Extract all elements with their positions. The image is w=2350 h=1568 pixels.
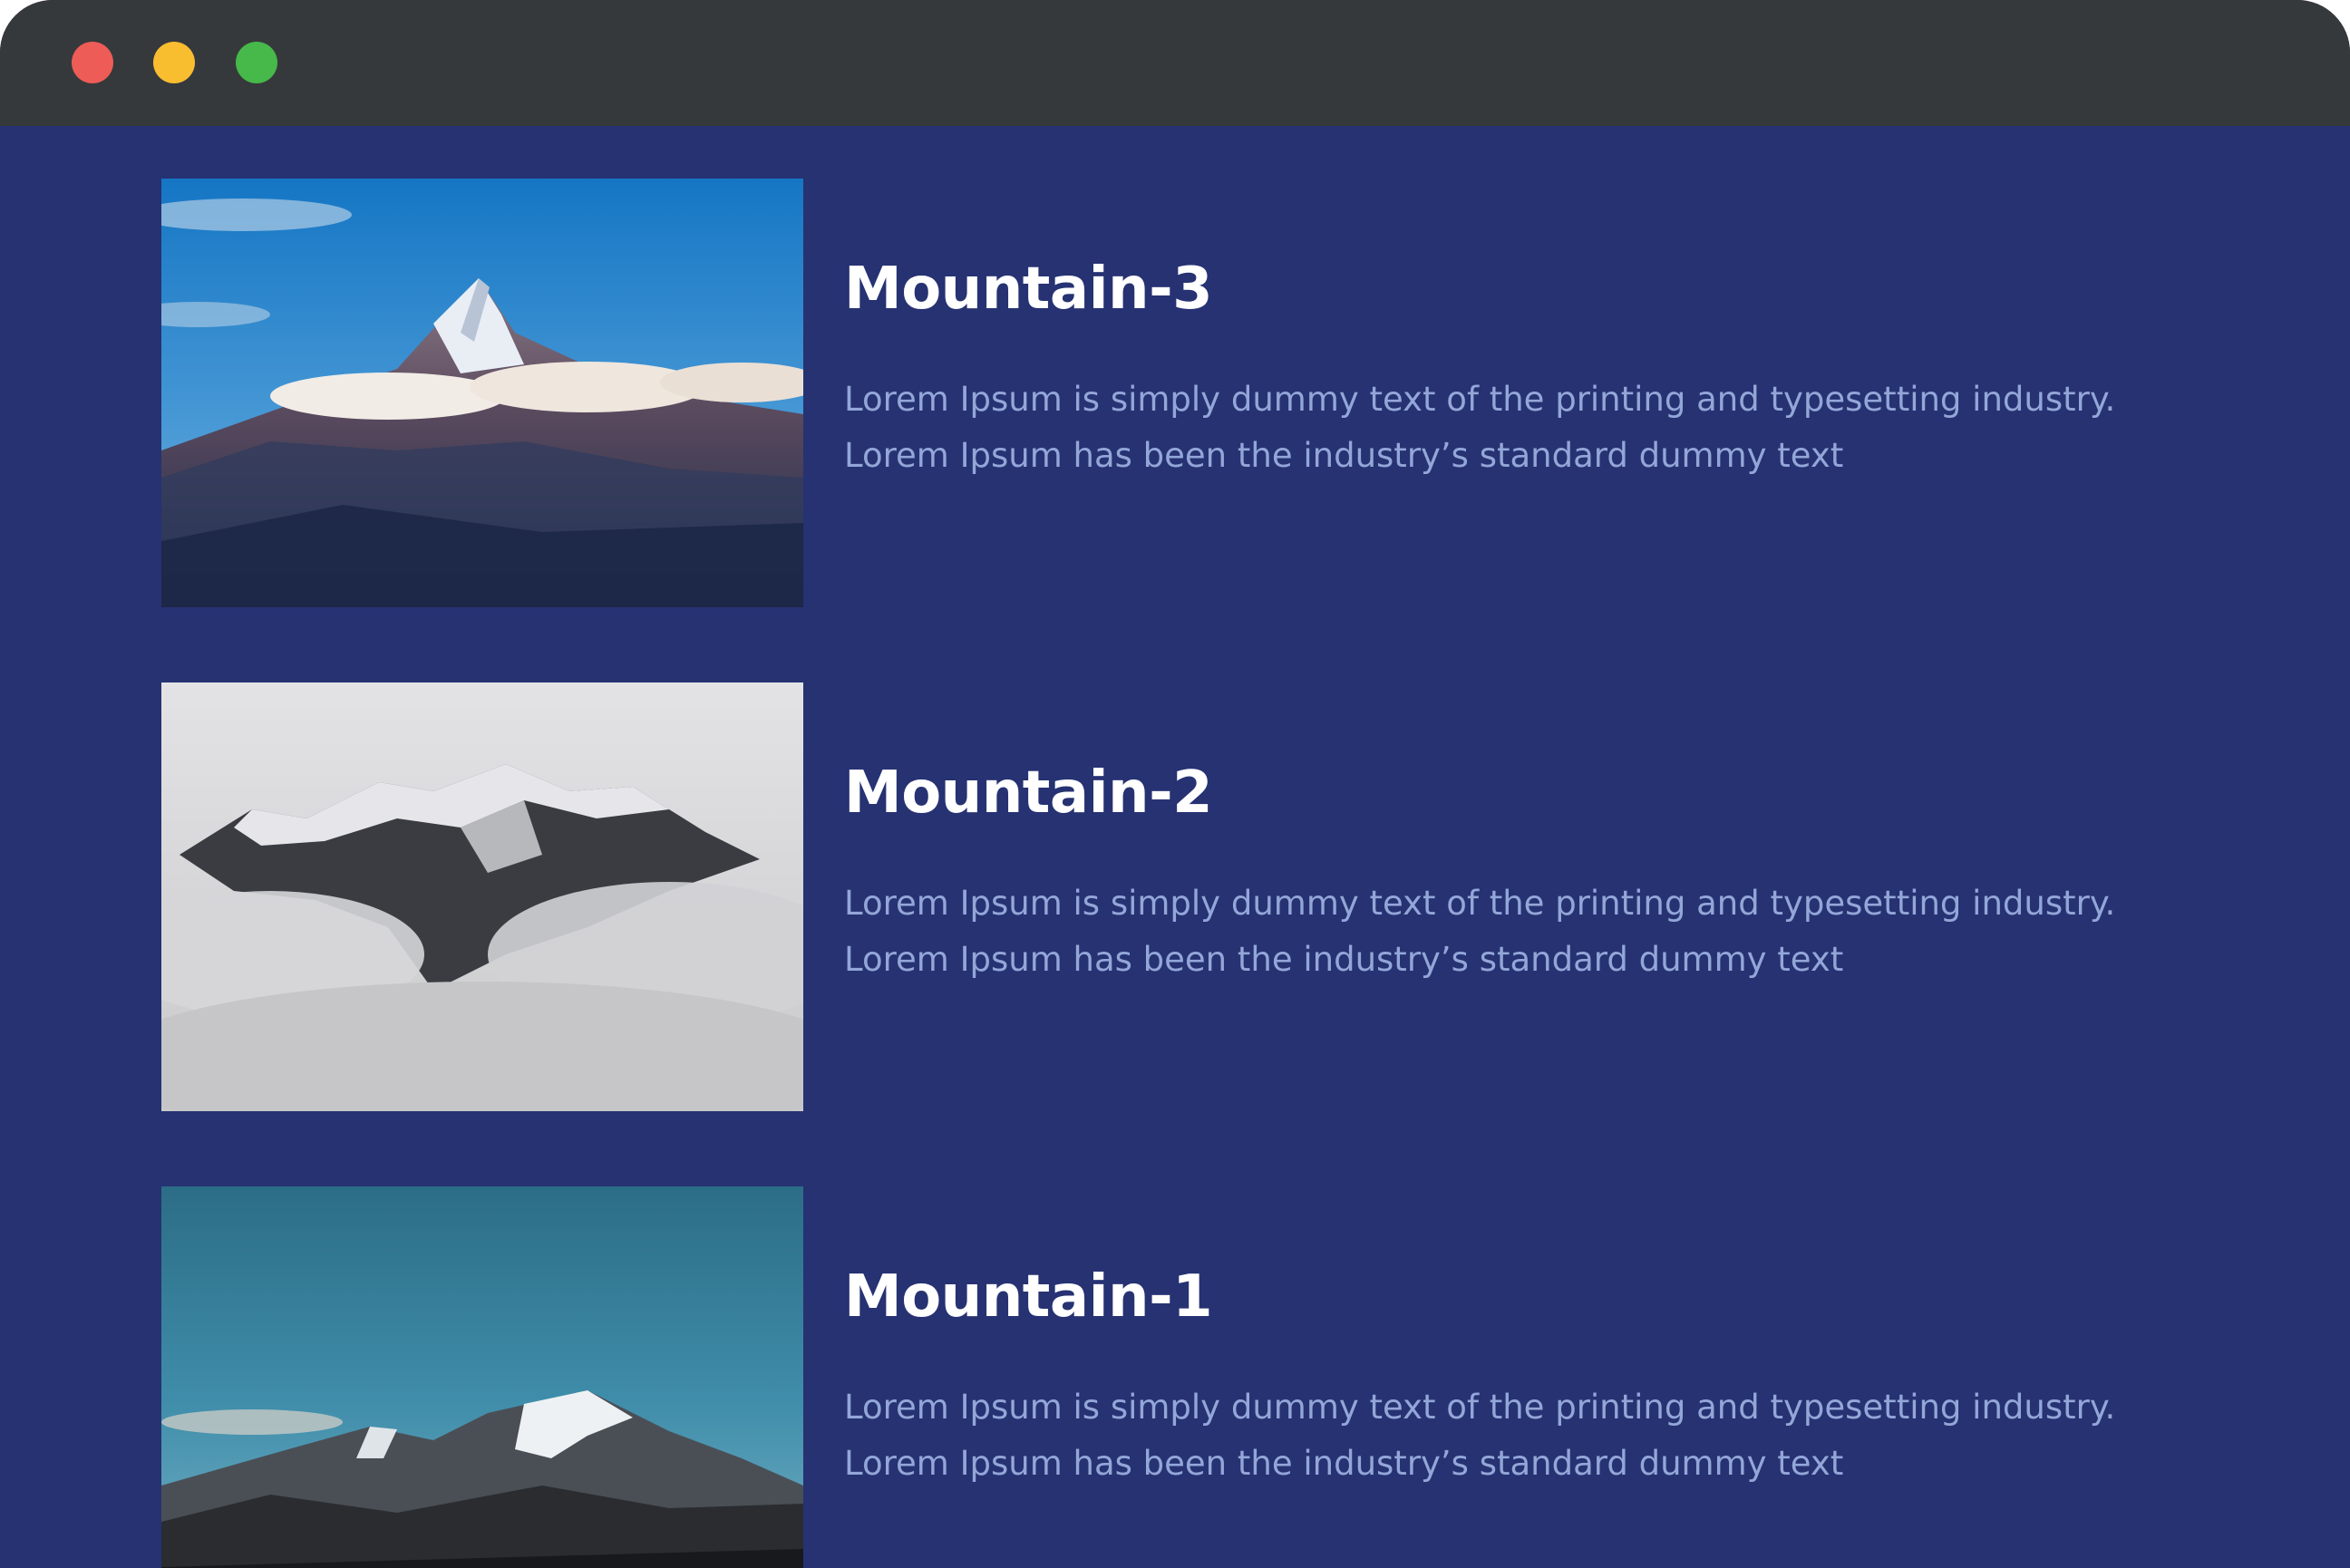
mountain-image-1 bbox=[161, 1186, 803, 1568]
card-description-line-1: Lorem Ipsum is simply dummy text of the … bbox=[844, 884, 2116, 923]
snowy-peak-photo bbox=[161, 179, 803, 607]
card-description-line-2: Lorem Ipsum has been the industry’s stan… bbox=[844, 436, 1844, 475]
card-description: Lorem Ipsum is simply dummy text of the … bbox=[844, 876, 2204, 988]
mountain-card-1: Mountain-1 Lorem Ipsum is simply dummy t… bbox=[161, 1186, 2247, 1568]
card-title: Mountain-3 bbox=[844, 256, 1213, 323]
minimize-window-button[interactable] bbox=[153, 42, 195, 83]
close-window-button[interactable] bbox=[72, 42, 113, 83]
mountain-card-2: Mountain-2 Lorem Ipsum is simply dummy t… bbox=[161, 682, 2247, 1111]
teal-sky-mountains-photo bbox=[161, 1186, 803, 1568]
card-description-line-2: Lorem Ipsum has been the industry’s stan… bbox=[844, 940, 1844, 979]
card-description-line-1: Lorem Ipsum is simply dummy text of the … bbox=[844, 1388, 2116, 1427]
browser-window: Mountain-3 Lorem Ipsum is simply dummy t… bbox=[0, 0, 2350, 1568]
card-description: Lorem Ipsum is simply dummy text of the … bbox=[844, 1379, 2204, 1492]
card-description-line-1: Lorem Ipsum is simply dummy text of the … bbox=[844, 380, 2116, 419]
card-description-line-2: Lorem Ipsum has been the industry’s stan… bbox=[844, 1444, 1844, 1483]
page-content: Mountain-3 Lorem Ipsum is simply dummy t… bbox=[0, 126, 2350, 1568]
mountain-image-3 bbox=[161, 179, 803, 607]
mountain-image-2 bbox=[161, 682, 803, 1111]
maximize-window-button[interactable] bbox=[236, 42, 277, 83]
foggy-range-photo bbox=[161, 682, 803, 1111]
mountain-card-3: Mountain-3 Lorem Ipsum is simply dummy t… bbox=[161, 179, 2247, 607]
window-titlebar bbox=[0, 0, 2350, 126]
card-title: Mountain-1 bbox=[844, 1263, 1213, 1331]
card-description: Lorem Ipsum is simply dummy text of the … bbox=[844, 372, 2204, 484]
card-title: Mountain-2 bbox=[844, 760, 1213, 827]
